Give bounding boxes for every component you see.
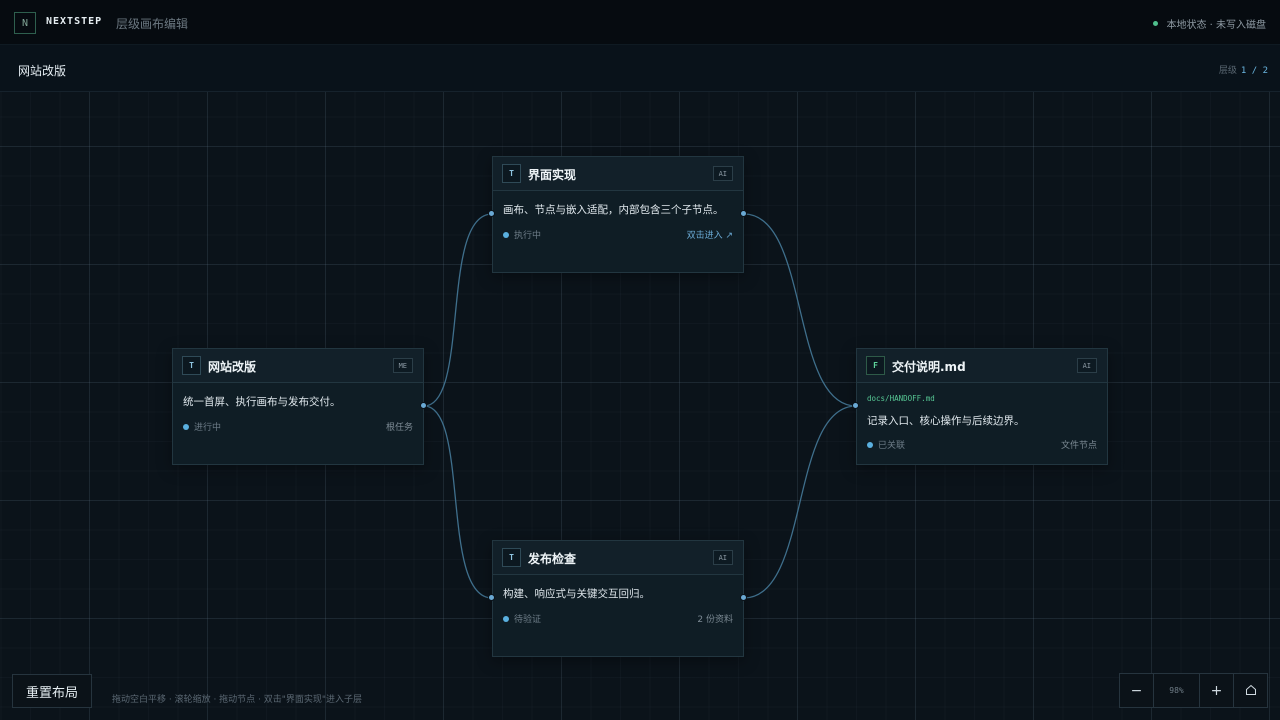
owner-badge: AI (712, 550, 733, 565)
save-status: 本地状态 · 未写入磁盘 (1153, 16, 1266, 31)
node-header: F 交付说明.md AI (857, 349, 1107, 383)
app-header: N NEXTSTEP 层级画布编辑 本地状态 · 未写入磁盘 (0, 0, 1280, 45)
node-status: 执行中 (503, 228, 541, 241)
node-description: 统一首屏、执行画布与发布交付。 (183, 396, 341, 408)
node-handoff-input-port[interactable] (852, 402, 859, 409)
node-status-label: 已关联 (878, 441, 906, 451)
node-ui-output-port[interactable] (740, 210, 747, 217)
node-description: 记录入口、核心操作与后续边界。 (867, 415, 1025, 427)
node-release-output-port[interactable] (740, 594, 747, 601)
node-release-input-port[interactable] (488, 594, 495, 601)
node-title: 网站改版 (208, 360, 257, 374)
canvas-hint: 拖动空白平移 · 滚轮缩放 · 拖动节点 · 双击"界面实现"进入子层 (112, 695, 363, 705)
node-header: T 界面实现 AI (493, 157, 743, 191)
node-title: 交付说明.md (892, 360, 966, 374)
level-indicator: 层级 1 / 2 (1219, 63, 1268, 76)
app-logo: N (14, 12, 36, 34)
node-meta: 文件节点 (1060, 441, 1097, 451)
node-title: 界面实现 (528, 168, 577, 182)
status-dot-icon (183, 423, 189, 430)
node-ui-input-port[interactable] (488, 210, 495, 217)
status-dot-icon (503, 615, 509, 622)
zoom-level: 98% (1154, 674, 1200, 707)
node-status: 待验证 (503, 612, 541, 625)
status-dot-icon (867, 441, 873, 448)
file-path: docs/HANDOFF.md (867, 394, 935, 403)
file-type-icon: F (866, 356, 885, 375)
status-dot-icon (1153, 21, 1159, 26)
node-title: 发布检查 (528, 552, 577, 566)
node-meta: 根任务 (385, 423, 413, 433)
node-ui-implementation[interactable]: T 界面实现 AI 画布、节点与嵌入适配，内部包含三个子节点。 执行中 双击进入… (492, 156, 744, 273)
node-status-label: 待验证 (514, 615, 542, 625)
breadcrumb[interactable]: 网站改版 (18, 62, 66, 79)
task-type-icon: T (182, 356, 201, 375)
canvas-toolbar: 网站改版 层级 1 / 2 (0, 45, 1280, 92)
status-dot-icon (503, 231, 509, 238)
zoom-out-button[interactable]: − (1120, 674, 1154, 707)
reset-layout-button[interactable]: 重置布局 (12, 674, 92, 708)
node-description: 画布、节点与嵌入适配，内部包含三个子节点。 (503, 204, 724, 216)
node-status-label: 执行中 (514, 231, 542, 241)
zoom-in-button[interactable]: + (1200, 674, 1234, 707)
node-header: T 发布检查 AI (493, 541, 743, 575)
node-meta: 2 份资料 (697, 615, 733, 625)
node-release-check[interactable]: T 发布检查 AI 构建、响应式与关键交互回归。 待验证 2 份资料 (492, 540, 744, 657)
node-status-label: 进行中 (194, 423, 222, 433)
node-status: 已关联 (867, 438, 905, 451)
owner-badge: ME (392, 358, 413, 373)
node-description: 构建、响应式与关键交互回归。 (503, 588, 650, 600)
home-icon (1245, 681, 1257, 700)
owner-badge: AI (712, 166, 733, 181)
node-root-output-port[interactable] (420, 402, 427, 409)
enter-sublayer-link[interactable]: 双击进入 ↗ (687, 228, 733, 241)
node-status: 进行中 (183, 420, 221, 433)
task-type-icon: T (502, 548, 521, 567)
save-status-text: 本地状态 · 未写入磁盘 (1166, 20, 1266, 31)
level-label: 层级 (1218, 66, 1237, 76)
level-value: 1 / 2 (1240, 66, 1268, 76)
brand-name: NEXTSTEP (46, 16, 103, 27)
node-handoff-file[interactable]: F 交付说明.md AI docs/HANDOFF.md 记录入口、核心操作与后… (856, 348, 1108, 465)
owner-badge: AI (1076, 358, 1097, 373)
task-type-icon: T (502, 164, 521, 183)
fit-view-button[interactable] (1234, 674, 1267, 707)
zoom-controls: − 98% + (1119, 673, 1268, 708)
node-root-task[interactable]: T 网站改版 ME 统一首屏、执行画布与发布交付。 进行中 根任务 (172, 348, 424, 465)
node-header: T 网站改版 ME (173, 349, 423, 383)
app-subtitle: 层级画布编辑 (116, 17, 189, 31)
